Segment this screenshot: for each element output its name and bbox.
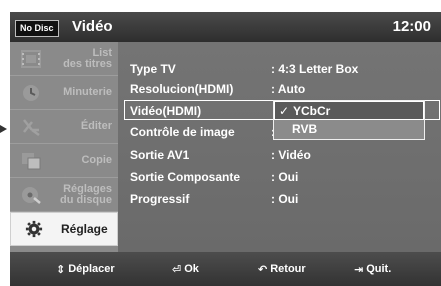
scissors-icon — [23, 119, 40, 136]
setting-label: Progressif — [130, 192, 190, 206]
hint-retour: ↶ Retour — [258, 261, 306, 277]
sidebar-item-label: Copie — [81, 144, 112, 177]
hint-label: Déplacer — [68, 263, 115, 275]
setting-label: Resolucion(HDMI) — [130, 82, 234, 96]
bottom-hint-bar: ⇕ Déplacer ⏎ Ok ↶ Retour ⇥ Quit. — [10, 252, 441, 286]
up-down-arrows-icon: ⇕ — [56, 263, 66, 276]
sidebar: List des titres Minuterie Éditer Copie R… — [10, 42, 118, 252]
setting-label: Type TV — [130, 62, 176, 76]
exit-icon: ⇥ — [354, 263, 364, 276]
sidebar-item-list-des-titres[interactable]: List des titres — [10, 42, 118, 76]
setting-label: Contrôle de image — [130, 125, 235, 139]
sidebar-label-line1: Minuterie — [63, 86, 112, 98]
disc-status-badge: No Disc — [15, 20, 59, 37]
setting-row-type-tv[interactable]: Type TV : 4:3 Letter Box — [118, 59, 441, 79]
setting-label: Sortie Composante — [130, 170, 241, 184]
setting-value: : Vidéo — [271, 148, 311, 162]
setting-value: : Oui — [271, 192, 299, 206]
gear-icon — [25, 220, 43, 238]
setting-value: : Oui — [271, 170, 299, 184]
return-icon: ↶ — [258, 263, 268, 276]
sidebar-label-line1: Copie — [81, 154, 112, 166]
dropdown-option-label: YCbCr — [293, 104, 331, 118]
sidebar-item-label: Minuterie — [63, 76, 112, 109]
settings-panel: Type TV : 4:3 Letter Box Resolucion(HDMI… — [118, 42, 441, 252]
sidebar-item-reglages-du-disque[interactable]: Réglages du disque — [10, 178, 118, 212]
sidebar-label-line1: Éditer — [80, 120, 112, 132]
hint-label: Retour — [270, 263, 306, 275]
sidebar-item-editer[interactable]: Éditer — [10, 110, 118, 144]
copy-icon — [22, 153, 41, 170]
dvd-menu-screen: No Disc Vidéo 12:00 List des titres Minu… — [10, 12, 441, 286]
sidebar-item-copie[interactable]: Copie — [10, 144, 118, 178]
sidebar-label-line1: List — [92, 46, 112, 59]
sidebar-item-label: List des titres — [63, 42, 112, 75]
sidebar-label-line2: du disque — [60, 193, 112, 206]
hint-ok: ⏎ Ok — [172, 261, 199, 277]
page-title: Vidéo — [72, 18, 113, 35]
film-icon — [21, 50, 41, 68]
sidebar-item-label: Réglages du disque — [60, 178, 112, 211]
sidebar-label-line1: Réglage — [61, 222, 108, 236]
hint-label: Quit. — [366, 263, 392, 275]
dropdown-option-rvb[interactable]: RVB — [274, 120, 424, 139]
hint-deplacer: ⇕ Déplacer — [56, 261, 115, 277]
checkmark-icon: ✓ — [279, 104, 290, 118]
setting-row-progressif[interactable]: Progressif : Oui — [118, 189, 441, 209]
setting-row-sortie-av1[interactable]: Sortie AV1 : Vidéo — [118, 145, 441, 165]
setting-label: Sortie AV1 — [130, 148, 190, 162]
disc-settings-icon — [22, 187, 41, 204]
setting-label: Vidéo(HDMI) — [130, 104, 202, 118]
pointer-arrow-icon — [0, 125, 7, 133]
sidebar-item-minuterie[interactable]: Minuterie — [10, 76, 118, 110]
setting-value: : Auto — [271, 82, 306, 96]
sidebar-item-label: Éditer — [81, 110, 112, 143]
sidebar-item-label: Réglage — [61, 213, 108, 246]
clock: 12:00 — [392, 18, 431, 35]
hint-label: Ok — [184, 263, 199, 275]
enter-icon: ⏎ — [172, 263, 182, 276]
sidebar-label-line2: des titres — [63, 57, 112, 70]
sidebar-item-reglage[interactable]: Réglage — [10, 212, 118, 246]
sidebar-label-line1: Réglages — [63, 182, 112, 195]
dropdown-option-ycbcr[interactable]: ✓ YCbCr — [274, 101, 424, 120]
hint-quit: ⇥ Quit. — [354, 261, 391, 277]
timer-icon — [23, 85, 39, 101]
setting-value: : 4:3 Letter Box — [271, 62, 359, 76]
top-bar: No Disc Vidéo 12:00 — [10, 12, 441, 42]
setting-row-resolucion-hdmi[interactable]: Resolucion(HDMI) : Auto — [118, 79, 441, 99]
video-hdmi-dropdown[interactable]: ✓ YCbCr RVB — [273, 100, 425, 140]
setting-row-sortie-composante[interactable]: Sortie Composante : Oui — [118, 167, 441, 187]
dropdown-option-label: RVB — [292, 122, 318, 136]
